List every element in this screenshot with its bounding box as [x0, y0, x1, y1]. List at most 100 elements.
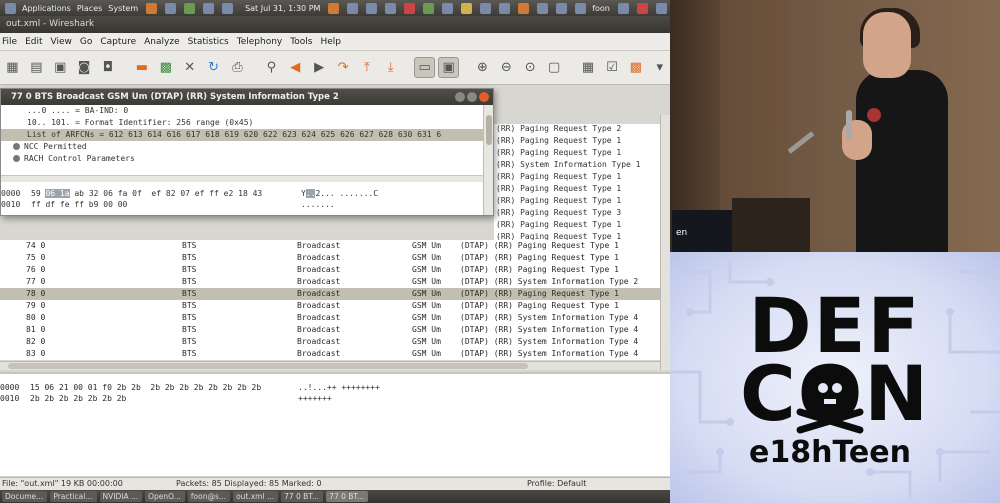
- packet-window-titlebar[interactable]: 77 0 BTS Broadcast GSM Um (DTAP) (RR) Sy…: [1, 89, 493, 105]
- clock[interactable]: Sat Jul 31, 1:30 PM: [245, 4, 320, 13]
- tray-icon-2[interactable]: [347, 2, 359, 14]
- table-row[interactable]: 82 0 BTS Broadcast GSM Um (DTAP) (RR) System…: [0, 336, 660, 348]
- table-row[interactable]: 80 0 BTS Broadcast GSM Um (DTAP) (RR) System…: [0, 312, 660, 324]
- zoom-normal-icon[interactable]: ⊙: [520, 57, 541, 78]
- tray-icon-8[interactable]: [461, 2, 473, 14]
- maximize-icon[interactable]: [467, 92, 477, 102]
- tray-icon-4[interactable]: [385, 2, 397, 14]
- print-icon[interactable]: ⎙: [227, 57, 248, 78]
- taskbar-item[interactable]: NVIDIA ...: [99, 491, 143, 502]
- menu-help[interactable]: Help: [320, 37, 341, 47]
- go-back-icon[interactable]: ◀: [285, 57, 306, 78]
- system-menu[interactable]: System: [108, 4, 138, 13]
- places-menu[interactable]: Places: [77, 4, 102, 13]
- bytes-pane[interactable]: 0000 15 06 21 00 01 f0 2b 2b 2b 2b 2b 2b…: [0, 372, 670, 476]
- vlc-icon[interactable]: [518, 2, 530, 14]
- packet-list-vscrollbar[interactable]: [660, 115, 670, 370]
- table-row[interactable]: 77 0 BTS Broadcast GSM Um (DTAP) (RR) System…: [0, 276, 660, 288]
- taskbar-item[interactable]: OpenO...: [145, 491, 185, 502]
- user-name[interactable]: foon: [592, 4, 610, 13]
- packet-list-hscrollbar[interactable]: [0, 361, 660, 370]
- menu-statistics[interactable]: Statistics: [188, 37, 229, 47]
- taskbar-item[interactable]: Docume...: [2, 491, 48, 502]
- status-file[interactable]: File: "out.xml" 19 KB 00:00:00: [2, 479, 123, 488]
- keyboard-icon[interactable]: [537, 2, 549, 14]
- minimize-window-icon[interactable]: [655, 2, 667, 14]
- coloring-rules-icon[interactable]: ▩: [625, 57, 646, 78]
- open-file-icon[interactable]: ▬: [131, 57, 152, 78]
- go-forward-icon[interactable]: ▶: [309, 57, 330, 78]
- tray-icon-1[interactable]: [328, 2, 340, 14]
- display-filters-icon[interactable]: ☑: [601, 57, 622, 78]
- packet-detail-window[interactable]: 77 0 BTS Broadcast GSM Um (DTAP) (RR) Sy…: [0, 88, 494, 216]
- mail-icon[interactable]: [556, 2, 568, 14]
- table-row[interactable]: 74 0 BTS Broadcast GSM Um (DTAP) (RR) Paging…: [0, 240, 660, 252]
- ubuntu-logo-icon[interactable]: [5, 2, 16, 14]
- capture-filters-icon[interactable]: ▦: [578, 57, 599, 78]
- table-row-selected[interactable]: 78 0 BTS Broadcast GSM Um (DTAP) (RR) Paging…: [0, 288, 660, 300]
- capture-options-icon[interactable]: ▤: [26, 57, 47, 78]
- status-profile[interactable]: Profile: Default: [527, 479, 586, 488]
- menu-telephony[interactable]: Telephony: [237, 37, 283, 47]
- window-titlebar[interactable]: out.xml - Wireshark: [0, 16, 670, 33]
- close-icon[interactable]: [479, 92, 489, 102]
- taskbar-item[interactable]: out.xml ...: [233, 491, 279, 502]
- tree-item[interactable]: NCC Permitted: [13, 141, 87, 153]
- tray-icon-5[interactable]: [404, 2, 416, 14]
- tray-icon-6[interactable]: [423, 2, 435, 14]
- stop-capture-icon[interactable]: ◙: [74, 57, 95, 78]
- power-icon[interactable]: [617, 2, 629, 14]
- restart-capture-icon[interactable]: ◘: [98, 57, 119, 78]
- close-window-icon[interactable]: [636, 2, 648, 14]
- find-packet-icon[interactable]: ⚲: [261, 57, 282, 78]
- colorize-icon[interactable]: ▭: [414, 57, 436, 78]
- menu-capture[interactable]: Capture: [100, 37, 136, 47]
- terminal-launcher-icon[interactable]: [165, 2, 177, 14]
- zoom-in-icon[interactable]: ⊕: [472, 57, 493, 78]
- expand-icon[interactable]: [13, 155, 20, 162]
- table-row[interactable]: 75 0 BTS Broadcast GSM Um (DTAP) (RR) Paging…: [0, 252, 660, 264]
- zoom-out-icon[interactable]: ⊖: [496, 57, 517, 78]
- table-row[interactable]: 76 0 BTS Broadcast GSM Um (DTAP) (RR) Paging…: [0, 264, 660, 276]
- tray-icon-3[interactable]: [366, 2, 378, 14]
- tray-icon-7[interactable]: [442, 2, 454, 14]
- app-launcher-icon-2[interactable]: [203, 2, 215, 14]
- tree-item[interactable]: 10.. 101. = Format Identifier: 256 range…: [27, 117, 253, 129]
- table-row[interactable]: 79 0 BTS Broadcast GSM Um (DTAP) (RR) Paging…: [0, 300, 660, 312]
- applications-menu[interactable]: Applications: [22, 4, 71, 13]
- menu-edit[interactable]: Edit: [25, 37, 42, 47]
- tree-item[interactable]: ...0 .... = BA-IND: 0: [27, 105, 128, 117]
- firefox-launcher-icon[interactable]: [146, 2, 158, 14]
- go-last-icon[interactable]: ⤓: [380, 57, 401, 78]
- table-row[interactable]: 83 0 BTS Broadcast GSM Um (DTAP) (RR) System…: [0, 348, 660, 360]
- tray-icon-9[interactable]: [480, 2, 492, 14]
- save-file-icon[interactable]: ▩: [155, 57, 176, 78]
- menu-analyze[interactable]: Analyze: [144, 37, 179, 47]
- taskbar-item-active[interactable]: 77 0 BT...: [326, 491, 369, 502]
- taskbar-item[interactable]: foon@s...: [187, 491, 231, 502]
- menu-go[interactable]: Go: [80, 37, 92, 47]
- packet-window-hscrollbar[interactable]: [1, 175, 483, 182]
- table-row[interactable]: 81 0 BTS Broadcast GSM Um (DTAP) (RR) System…: [0, 324, 660, 336]
- start-capture-icon[interactable]: ▣: [50, 57, 71, 78]
- reload-icon[interactable]: ↻: [203, 57, 224, 78]
- menu-tools[interactable]: Tools: [290, 37, 312, 47]
- auto-scroll-icon[interactable]: ▣: [438, 57, 460, 78]
- packet-window-vscrollbar[interactable]: [483, 105, 493, 215]
- expand-icon[interactable]: [13, 143, 20, 150]
- interface-list-icon[interactable]: ▦: [2, 57, 23, 78]
- app-launcher-icon-3[interactable]: [222, 2, 234, 14]
- menu-file[interactable]: File: [2, 37, 17, 47]
- resize-columns-icon[interactable]: ▢: [544, 57, 565, 78]
- menu-view[interactable]: View: [51, 37, 72, 47]
- taskbar-item[interactable]: 77 0 BT...: [281, 491, 324, 502]
- packet-details-tree[interactable]: ...0 .... = BA-IND: 0 10.. 101. = Format…: [1, 105, 483, 175]
- tree-item-selected[interactable]: List of ARFCNs = 612 613 614 616 617 618…: [1, 129, 483, 141]
- app-launcher-icon[interactable]: [184, 2, 196, 14]
- tray-icon-10[interactable]: [499, 2, 511, 14]
- preferences-icon[interactable]: ▾: [649, 57, 670, 78]
- taskbar-item[interactable]: Practical...: [50, 491, 97, 502]
- tree-item[interactable]: RACH Control Parameters: [13, 153, 135, 165]
- go-first-icon[interactable]: ⤒: [356, 57, 377, 78]
- scroll-thumb[interactable]: [8, 363, 528, 369]
